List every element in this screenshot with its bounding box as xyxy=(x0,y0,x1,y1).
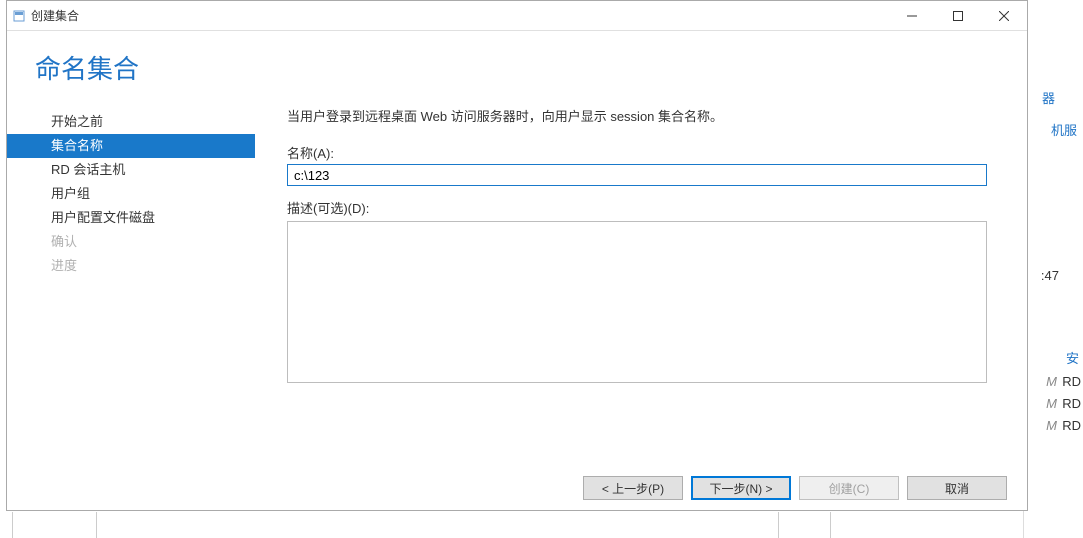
app-icon xyxy=(13,10,25,22)
maximize-button[interactable] xyxy=(935,1,981,30)
description-field-group: 描述(可选)(D): xyxy=(287,198,987,388)
next-button[interactable]: 下一步(N) > xyxy=(691,476,791,500)
previous-button[interactable]: < 上一步(P) xyxy=(583,476,683,500)
bg-row-prefix-3: M xyxy=(1046,418,1057,433)
bg-time: :47 xyxy=(1041,268,1059,283)
minimize-button[interactable] xyxy=(889,1,935,30)
wizard-sidebar: 开始之前 集合名称 RD 会话主机 用户组 用户配置文件磁盘 确认 进度 xyxy=(7,100,255,466)
sidebar-item-progress: 进度 xyxy=(7,254,255,278)
window-title: 创建集合 xyxy=(31,7,889,24)
cancel-button[interactable]: 取消 xyxy=(907,476,1007,500)
bg-row-prefix-2: M xyxy=(1046,396,1057,411)
description-label: 描述(可选)(D): xyxy=(287,198,987,217)
button-row: < 上一步(P) 下一步(N) > 创建(C) 取消 xyxy=(7,466,1027,510)
sidebar-item-collection-name[interactable]: 集合名称 xyxy=(7,134,255,158)
wizard-dialog: 创建集合 命名集合 开始之前 集合名称 RD 会话主机 用户组 用户配置文件磁盘 xyxy=(6,0,1028,511)
bg-row-2: RD xyxy=(1062,396,1081,411)
sidebar-item-rd-session-host[interactable]: RD 会话主机 xyxy=(7,158,255,182)
sidebar-item-before-begin[interactable]: 开始之前 xyxy=(7,110,255,134)
description-textarea[interactable] xyxy=(287,221,987,383)
name-field-group: 名称(A): xyxy=(287,143,987,186)
content-row: 开始之前 集合名称 RD 会话主机 用户组 用户配置文件磁盘 确认 进度 当用户… xyxy=(7,100,1027,466)
bg-row-3: RD xyxy=(1062,418,1081,433)
bg-link-2[interactable]: 机服 xyxy=(1051,120,1077,139)
bg-row-1: RD xyxy=(1062,374,1081,389)
close-button[interactable] xyxy=(981,1,1027,30)
bg-link-1[interactable]: 器 xyxy=(1042,88,1055,107)
name-input[interactable] xyxy=(287,164,987,186)
sidebar-item-confirmation: 确认 xyxy=(7,230,255,254)
bg-column-header[interactable]: 安 xyxy=(1066,348,1079,367)
bg-row-prefix-1: M xyxy=(1046,374,1057,389)
sidebar-item-user-profile-disks[interactable]: 用户配置文件磁盘 xyxy=(7,206,255,230)
dialog-body: 命名集合 开始之前 集合名称 RD 会话主机 用户组 用户配置文件磁盘 确认 进… xyxy=(7,31,1027,510)
titlebar: 创建集合 xyxy=(7,1,1027,31)
page-title: 命名集合 xyxy=(35,49,999,86)
background-panel: 器 机服 :47 安 M RD M RD M RD xyxy=(1023,0,1083,538)
main-panel: 当用户登录到远程桌面 Web 访问服务器时，向用户显示 session 集合名称… xyxy=(255,100,1027,466)
sidebar-item-user-groups[interactable]: 用户组 xyxy=(7,182,255,206)
window-controls xyxy=(889,1,1027,30)
create-button: 创建(C) xyxy=(799,476,899,500)
background-table-lines xyxy=(0,512,1083,538)
name-label: 名称(A): xyxy=(287,143,987,162)
page-header: 命名集合 xyxy=(7,31,1027,100)
instruction-text: 当用户登录到远程桌面 Web 访问服务器时，向用户显示 session 集合名称… xyxy=(287,106,987,125)
